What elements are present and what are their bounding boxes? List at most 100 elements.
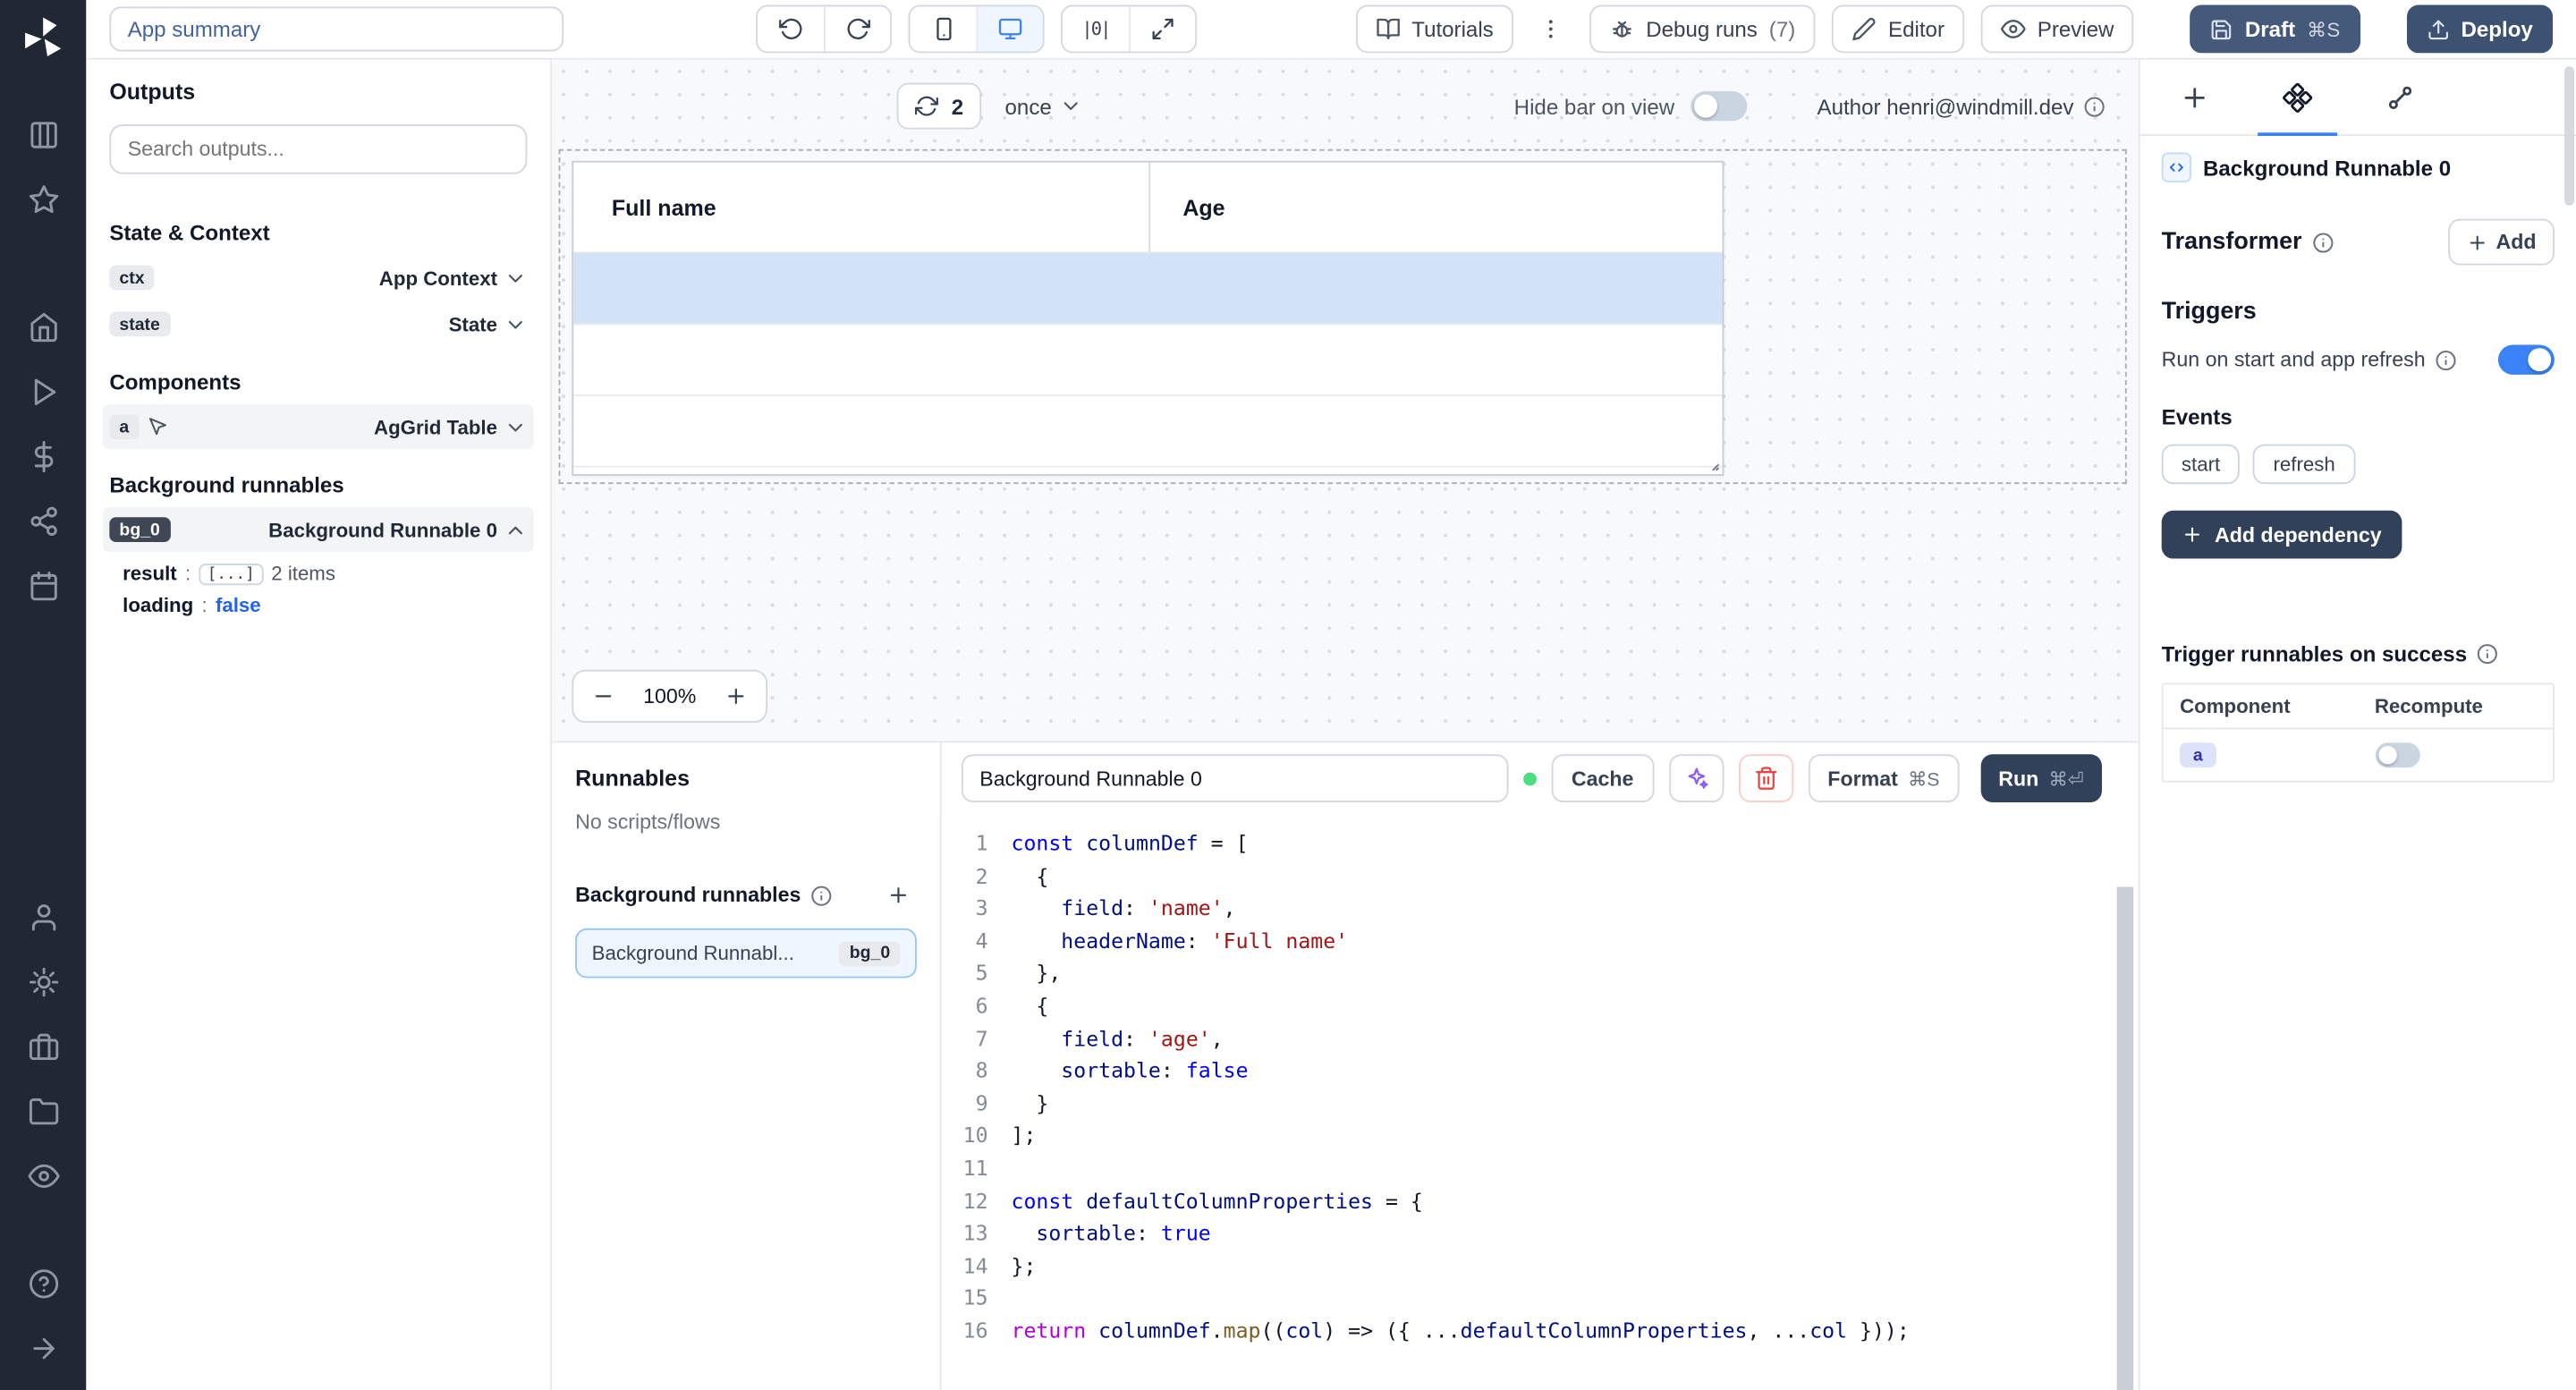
component-a-label: AgGrid Table: [374, 415, 497, 438]
editor-scrollbar[interactable]: [2117, 887, 2134, 1390]
rail-settings-button[interactable]: [10, 949, 76, 1013]
add-transformer-button[interactable]: Add: [2448, 219, 2555, 266]
draft-button[interactable]: Draft ⌘S: [2190, 5, 2360, 54]
zoom-control: 100%: [572, 670, 767, 723]
run-button[interactable]: Run ⌘⏎: [1980, 754, 2102, 802]
rail-expand-button[interactable]: [10, 1316, 76, 1380]
desktop-view-button[interactable]: [977, 6, 1043, 51]
rail-schedules-button[interactable]: [10, 554, 76, 618]
rail-home-button[interactable]: [10, 295, 76, 360]
info-icon[interactable]: [2436, 349, 2457, 370]
bg0-row[interactable]: bg_0 Background Runnable 0: [103, 507, 534, 552]
result-expander[interactable]: [...]: [199, 563, 263, 584]
outputs-title: Outputs: [109, 80, 527, 105]
loading-row: loading : false: [109, 585, 527, 616]
refresh-button[interactable]: 2: [897, 83, 982, 130]
rail-apps-button[interactable]: [10, 103, 76, 167]
app-summary-input[interactable]: [109, 6, 564, 51]
zoom-in-button[interactable]: [706, 672, 766, 722]
resize-handle[interactable]: [1700, 453, 1720, 472]
fit-width-button[interactable]: |0|: [1063, 6, 1129, 51]
rail-favorites-button[interactable]: [10, 167, 76, 232]
tab-insert-component[interactable]: [2143, 60, 2246, 134]
aggrid-header-age[interactable]: Age: [1148, 163, 1722, 252]
draft-shortcut: ⌘S: [2307, 17, 2340, 40]
add-dependency-button[interactable]: Add dependency: [2162, 511, 2402, 559]
background-runnables-title: Background runnables: [109, 472, 527, 497]
cache-button[interactable]: Cache: [1552, 754, 1654, 802]
event-chip-start[interactable]: start: [2162, 445, 2241, 484]
rail-resources-button[interactable]: [10, 489, 76, 554]
component-a-row[interactable]: a AgGrid Table: [103, 404, 534, 449]
app-canvas[interactable]: 2 once Hide bar on view Author henri@win…: [552, 60, 2139, 742]
rail-audit-button[interactable]: [10, 1143, 76, 1208]
delete-runnable-button[interactable]: [1738, 754, 1792, 802]
transformer-row: Transformer Add: [2162, 219, 2555, 266]
redo-button[interactable]: [824, 6, 890, 51]
add-background-runnable-button[interactable]: [880, 877, 917, 913]
event-chip-refresh[interactable]: refresh: [2253, 445, 2355, 484]
info-icon[interactable]: [2312, 232, 2334, 253]
rail-help-button[interactable]: [10, 1250, 76, 1315]
schedule-dropdown[interactable]: once: [1005, 94, 1083, 119]
ai-assist-button[interactable]: [1668, 754, 1723, 802]
code-editor[interactable]: 12345678910111213141516 const columnDef …: [942, 812, 2139, 1390]
runnables-list-panel: Runnables No scripts/flows Background ru…: [552, 742, 942, 1390]
rail-user-button[interactable]: [10, 885, 76, 949]
zoom-out-button[interactable]: [573, 672, 633, 722]
run-on-start-toggle[interactable]: [2498, 344, 2555, 374]
mobile-view-button[interactable]: [910, 6, 976, 51]
column-component: Component: [2164, 684, 2359, 727]
format-button[interactable]: Format ⌘S: [1808, 754, 1960, 802]
aggrid-table-component[interactable]: Full name Age: [572, 161, 1724, 476]
bg0-label: Background Runnable 0: [268, 518, 497, 541]
info-icon[interactable]: [2084, 96, 2106, 117]
aggrid-row[interactable]: [573, 396, 1722, 468]
preview-mode-button[interactable]: Preview: [1981, 5, 2134, 54]
rail-variables-button[interactable]: [10, 424, 76, 488]
windmill-logo[interactable]: [18, 13, 68, 64]
deploy-button[interactable]: Deploy: [2406, 5, 2553, 54]
runnable-name-input[interactable]: [962, 754, 1509, 802]
run-shortcut: ⌘⏎: [2048, 767, 2083, 790]
debug-runs-button[interactable]: Debug runs (7): [1589, 5, 1815, 54]
undo-button[interactable]: [758, 6, 824, 51]
rail-runs-button[interactable]: [10, 360, 76, 424]
tab-settings-component[interactable]: [2246, 60, 2349, 134]
info-icon[interactable]: [2477, 643, 2498, 665]
rail-workers-button[interactable]: [10, 1013, 76, 1078]
tutorials-button[interactable]: Tutorials: [1355, 5, 1513, 54]
plus-icon: [2466, 232, 2487, 253]
runnable-list-item[interactable]: Background Runnabl... bg_0: [575, 928, 917, 979]
loading-value: false: [216, 593, 261, 616]
more-menu-button[interactable]: [1530, 5, 1573, 54]
add-dependency-label: Add dependency: [2215, 523, 2382, 547]
plus-icon: [724, 684, 748, 708]
preview-mode-label: Preview: [2038, 17, 2114, 42]
draft-label: Draft: [2245, 17, 2295, 42]
aggrid-header-fullname[interactable]: Full name: [573, 163, 1148, 252]
aggrid-row[interactable]: [573, 325, 1722, 396]
arrow-right-icon: [28, 1332, 59, 1363]
minus-icon: [592, 684, 615, 708]
info-icon[interactable]: [811, 885, 833, 906]
state-context-title: State & Context: [109, 220, 527, 245]
recompute-toggle[interactable]: [2375, 742, 2419, 767]
eye-icon: [2001, 17, 2026, 42]
inspector-scrollbar[interactable]: [2564, 66, 2574, 206]
aggrid-row-selected[interactable]: [573, 254, 1722, 326]
rail-folders-button[interactable]: [10, 1079, 76, 1143]
script-editor-panel: Cache Format ⌘S: [942, 742, 2139, 1390]
hide-bar-toggle[interactable]: [1691, 91, 1748, 121]
ctx-row[interactable]: ctx App Context: [103, 255, 534, 300]
play-icon: [28, 377, 59, 408]
fullscreen-button[interactable]: [1129, 6, 1195, 51]
state-row[interactable]: state State: [103, 301, 534, 346]
trigger-table-row: a: [2164, 729, 2554, 780]
debug-runs-label: Debug runs: [1646, 17, 1758, 42]
search-outputs-input[interactable]: [109, 124, 527, 174]
home-icon: [28, 311, 59, 343]
format-label: Format: [1827, 767, 1898, 790]
tab-connections[interactable]: [2349, 60, 2452, 134]
editor-mode-button[interactable]: Editor: [1832, 5, 1964, 54]
